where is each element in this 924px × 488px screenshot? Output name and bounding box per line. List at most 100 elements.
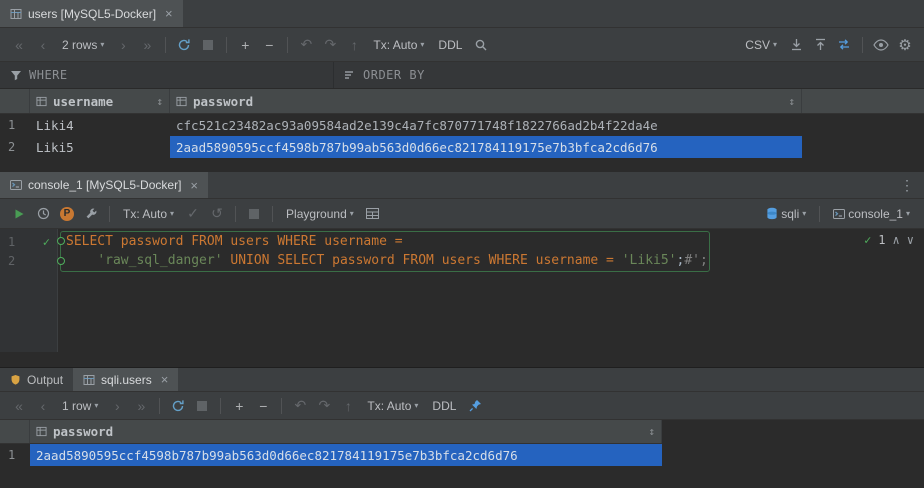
tab-output[interactable]: Output	[0, 368, 73, 391]
tx-mode-dropdown[interactable]: Tx: Auto ▾	[117, 203, 180, 225]
ddl-button[interactable]: DDL	[426, 395, 462, 417]
sort-arrows-icon: ↕	[788, 95, 795, 108]
revert-icon[interactable]: ↶	[289, 395, 311, 417]
parameters-p-icon[interactable]: P	[56, 203, 78, 225]
sql-comment-segment: #';	[684, 253, 707, 268]
reload-icon[interactable]	[167, 395, 189, 417]
tab-users-table[interactable]: users [MySQL5-Docker] ×	[0, 0, 183, 27]
last-page-button[interactable]: »	[130, 395, 152, 417]
chevron-down-icon: ▾	[94, 401, 98, 410]
cell-password-selected[interactable]: 2aad5890595ccf4598b787b99ab563d0d66ec821…	[30, 444, 662, 466]
toolbar-separator	[159, 398, 160, 414]
page-size-dropdown[interactable]: 2 rows ▾	[56, 34, 110, 56]
column-header-username[interactable]: username ↕	[30, 89, 170, 113]
redo-icon[interactable]: ↷	[319, 34, 341, 56]
cell-password[interactable]: cfc521c23482ac93a09584ad2e139c4a7fc87077…	[170, 114, 802, 136]
schema-switcher-dropdown[interactable]: sqli ▾	[760, 203, 812, 225]
ddl-label: DDL	[432, 399, 456, 413]
column-icon	[176, 96, 187, 107]
first-page-button[interactable]: «	[8, 34, 30, 56]
gutter-line: 2	[0, 251, 57, 270]
order-by-placeholder: ORDER BY	[363, 68, 425, 82]
close-icon[interactable]: ×	[161, 372, 169, 387]
result-header-bar: password ↕	[0, 420, 662, 444]
wrench-icon[interactable]	[80, 203, 102, 225]
playground-dropdown[interactable]: Playground ▾	[280, 203, 360, 225]
stop-icon[interactable]	[191, 395, 213, 417]
row-filler	[662, 444, 924, 466]
sync-arrows-icon[interactable]	[833, 34, 855, 56]
rollback-icon[interactable]: ↺	[206, 203, 228, 225]
result-empty-area	[0, 466, 924, 488]
gutter-line: 1 ✓	[0, 232, 57, 251]
history-clock-icon[interactable]	[32, 203, 54, 225]
toolbar-separator	[165, 37, 166, 53]
upload-icon[interactable]	[809, 34, 831, 56]
next-page-button[interactable]: ›	[112, 34, 134, 56]
pane-splitter[interactable]	[0, 352, 924, 368]
last-page-button[interactable]: »	[136, 34, 158, 56]
header-filler	[662, 420, 924, 444]
order-by-filter-field[interactable]: ORDER BY	[334, 62, 435, 88]
cell-username[interactable]: Liki4	[30, 114, 170, 136]
tx-mode-dropdown[interactable]: Tx: Auto ▾	[361, 395, 424, 417]
column-label: password	[53, 424, 113, 439]
settings-gear-icon[interactable]: ⚙	[894, 34, 916, 56]
revert-icon[interactable]: ↶	[295, 34, 317, 56]
grid-column-headers: username ↕ password ↕	[0, 89, 924, 114]
column-header-password[interactable]: password ↕	[170, 89, 802, 113]
stop-icon[interactable]	[197, 34, 219, 56]
console-toolbar: P Tx: Auto ▾ ✓ ↺ Playground ▾ sqli ▾	[0, 199, 924, 229]
first-page-button[interactable]: «	[8, 395, 30, 417]
add-row-button[interactable]: +	[234, 34, 256, 56]
page-size-dropdown[interactable]: 1 row ▾	[56, 395, 104, 417]
editor-gutter: 1 ✓ 2	[0, 229, 58, 352]
sql-segment	[66, 253, 97, 268]
search-icon[interactable]	[470, 34, 492, 56]
table-row[interactable]: 1 2aad5890595ccf4598b787b99ab563d0d66ec8…	[0, 444, 924, 466]
eye-icon[interactable]	[870, 34, 892, 56]
editor-code-area[interactable]: SELECT password FROM users WHERE usernam…	[58, 229, 924, 352]
tab-console[interactable]: console_1 [MySQL5-Docker] ×	[0, 172, 208, 198]
previous-page-button[interactable]: ‹	[32, 395, 54, 417]
cell-username[interactable]: Liki5	[30, 136, 170, 158]
tx-mode-dropdown[interactable]: Tx: Auto ▾	[367, 34, 430, 56]
output-layout-icon[interactable]	[362, 203, 384, 225]
next-page-button[interactable]: ›	[106, 395, 128, 417]
tab-result-grid[interactable]: sqli.users ×	[73, 368, 178, 391]
toolbar-separator	[287, 37, 288, 53]
chevron-down-icon: ▾	[906, 209, 910, 218]
pin-icon[interactable]	[464, 395, 486, 417]
close-icon[interactable]: ×	[165, 6, 173, 21]
stop-icon[interactable]	[243, 203, 265, 225]
column-header-password[interactable]: password ↕	[30, 420, 662, 443]
commit-icon[interactable]: ✓	[182, 203, 204, 225]
next-result-icon[interactable]: ∨	[907, 233, 914, 247]
ddl-button[interactable]: DDL	[432, 34, 468, 56]
toolbar-separator	[819, 206, 820, 222]
cell-password-selected[interactable]: 2aad5890595ccf4598b787b99ab563d0d66ec821…	[170, 136, 802, 158]
chevron-down-icon: ▾	[170, 209, 174, 218]
close-icon[interactable]: ×	[190, 178, 198, 193]
add-row-button[interactable]: +	[228, 395, 250, 417]
redo-icon[interactable]: ↷	[313, 395, 335, 417]
session-switcher-dropdown[interactable]: console_1 ▾	[827, 203, 916, 225]
delete-row-button[interactable]: −	[252, 395, 274, 417]
delete-row-button[interactable]: −	[258, 34, 280, 56]
table-row[interactable]: 1 Liki4 cfc521c23482ac93a09584ad2e139c4a…	[0, 114, 924, 136]
previous-result-icon[interactable]: ∧	[893, 233, 900, 247]
table-row[interactable]: 2 Liki5 2aad5890595ccf4598b787b99ab563d0…	[0, 136, 924, 158]
submit-icon[interactable]: ↑	[343, 34, 365, 56]
submit-icon[interactable]: ↑	[337, 395, 359, 417]
where-filter-field[interactable]: WHERE	[0, 62, 334, 88]
sql-editor[interactable]: 1 ✓ 2 SELECT password FROM users WHERE u…	[0, 229, 924, 352]
schema-label: sqli	[781, 207, 799, 221]
reload-icon[interactable]	[173, 34, 195, 56]
more-options-icon[interactable]: ⋮	[890, 172, 924, 198]
run-icon[interactable]	[8, 203, 30, 225]
grid-toolbar: « ‹ 2 rows ▾ › » + − ↶ ↷ ↑ Tx: Auto ▾ DD…	[0, 28, 924, 62]
sort-lines-icon	[344, 69, 356, 81]
export-format-dropdown[interactable]: CSV ▾	[739, 34, 783, 56]
previous-page-button[interactable]: ‹	[32, 34, 54, 56]
download-icon[interactable]	[785, 34, 807, 56]
